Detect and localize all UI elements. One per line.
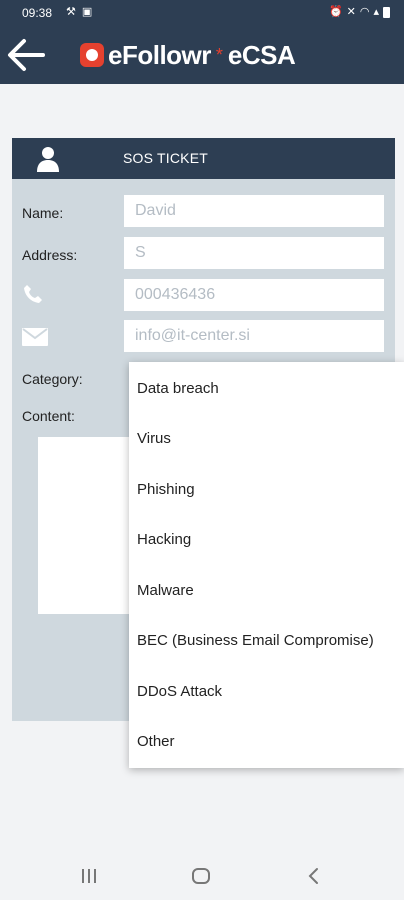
category-option[interactable]: Other [129, 716, 404, 766]
brand-badge-icon [80, 43, 104, 67]
back-icon [308, 868, 318, 884]
brand-star: * [215, 44, 223, 65]
name-field[interactable]: David [124, 195, 384, 227]
category-option[interactable]: Phishing [129, 464, 404, 514]
recents-button[interactable] [78, 865, 100, 887]
nav-back-button[interactable] [303, 865, 325, 887]
card-title: SOS TICKET [123, 150, 208, 166]
recents-icon [82, 869, 96, 883]
brand-name-right: eCSA [227, 39, 296, 70]
app-header: eFollowr * eCSA [0, 26, 404, 84]
content-textarea[interactable] [38, 437, 134, 614]
back-button[interactable] [6, 37, 46, 73]
notification-icon: ▣ [81, 6, 93, 18]
alarm-icon: ⏰ [328, 6, 343, 18]
category-label: Category: [22, 371, 83, 387]
category-option[interactable]: Malware [129, 565, 404, 615]
envelope-icon [22, 328, 48, 346]
user-icon [37, 147, 59, 172]
wrench-icon: ⚒ [66, 6, 76, 18]
category-option[interactable]: Hacking [129, 514, 404, 564]
home-icon [192, 868, 210, 884]
category-option[interactable]: Virus [129, 413, 404, 463]
category-option[interactable]: DDoS Attack [129, 666, 404, 716]
status-time: 09:38 [22, 6, 53, 20]
phone-icon [24, 285, 42, 303]
category-option[interactable]: Data breach [129, 363, 404, 413]
brand-logo: eFollowr * eCSA [80, 39, 296, 70]
signal-icon: ▴ [373, 6, 379, 18]
home-button[interactable] [190, 865, 212, 887]
battery-icon [383, 6, 390, 18]
address-field[interactable]: S [124, 237, 384, 269]
name-label: Name: [22, 205, 64, 221]
back-arrow-icon [8, 39, 45, 71]
system-nav-bar [0, 851, 404, 900]
address-label: Address: [22, 247, 78, 263]
phone-field[interactable]: 000436436 [124, 279, 384, 311]
brand-name-left: eFollowr [108, 39, 211, 70]
mute-icon: ✕ [346, 6, 356, 18]
category-dropdown: Data breach Virus Phishing Hacking Malwa… [129, 362, 404, 768]
wifi-icon: ◠ [359, 6, 370, 18]
card-header: SOS TICKET [12, 138, 395, 179]
status-bar: 09:38 ⚒ ▣ ⏰ ✕ ◠ ▴ [0, 0, 404, 26]
category-option[interactable]: BEC (Business Email Compromise) [129, 615, 404, 665]
email-field[interactable]: info@it-center.si [124, 320, 384, 352]
content-label: Content: [22, 408, 75, 424]
